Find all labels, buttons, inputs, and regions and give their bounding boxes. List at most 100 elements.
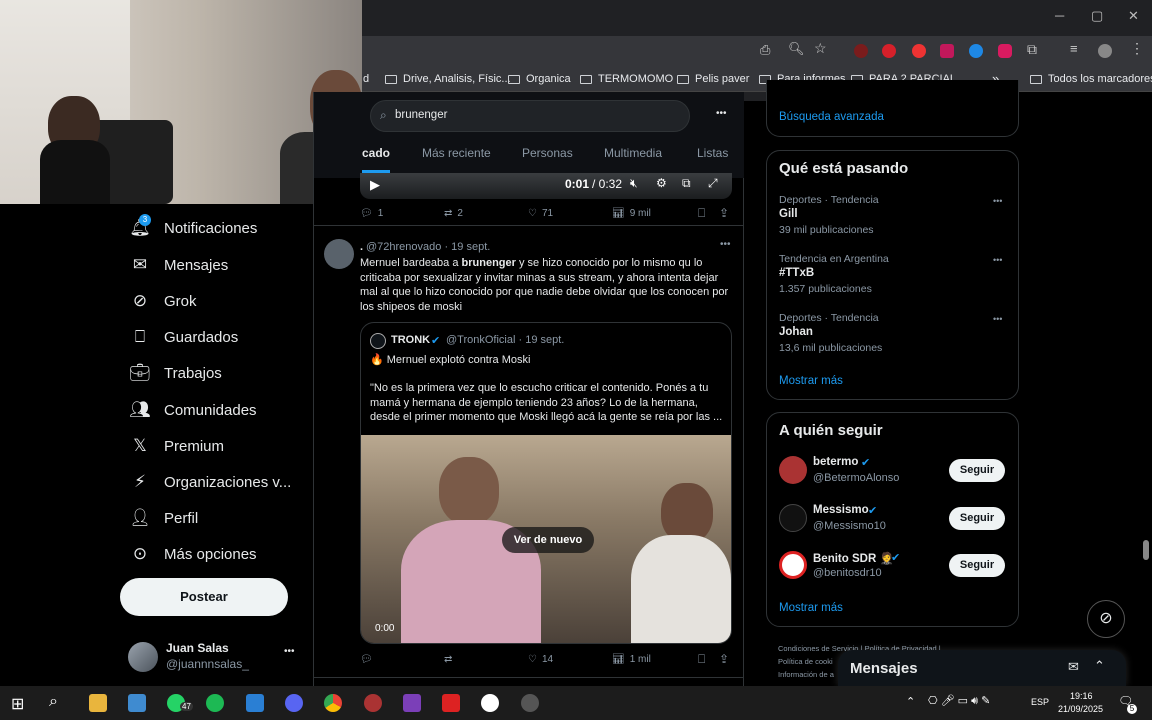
media-control-icon[interactable]: ≡ (1070, 41, 1078, 56)
all-bookmarks-folder[interactable]: Todos los marcadores (1030, 73, 1152, 85)
bookmark-folder[interactable]: Pelis paver (677, 73, 749, 85)
footer-link[interactable]: Información de a (778, 670, 834, 679)
follow-button[interactable]: Seguir (949, 554, 1005, 577)
tweet-more-icon[interactable]: ••• (720, 239, 731, 250)
search-more-icon[interactable]: ••• (716, 108, 727, 119)
repost-action[interactable]: ⇄ (444, 654, 457, 665)
nav-more-options[interactable]: ⊙ Más opciones (130, 541, 257, 567)
tab-media[interactable]: Multimedia (604, 146, 662, 160)
follow-suggestion[interactable]: Messismo ✔ @Messismo10 Seguir (767, 501, 1018, 545)
share-icon[interactable]: ⇪ (719, 206, 729, 220)
trends-show-more[interactable]: Mostrar más (779, 375, 843, 387)
follow-suggestion[interactable]: betermo ✔ @BetermoAlonso Seguir (767, 453, 1018, 497)
obs-icon[interactable] (481, 694, 499, 712)
install-icon[interactable]: ⎙ (760, 42, 770, 58)
menu-dots-icon[interactable]: ⋮ (1130, 40, 1144, 57)
search-icon[interactable]: ⌕ (49, 693, 58, 711)
tab-people[interactable]: Personas (522, 146, 573, 160)
extension-blue-icon[interactable] (969, 44, 983, 58)
follow-show-more[interactable]: Mostrar más (779, 602, 843, 614)
settings-gear-icon[interactable]: ⚙ (656, 176, 667, 190)
repost-action[interactable]: ⇄ 2 (444, 208, 463, 219)
nav-profile[interactable]: 👤︎ Perfil (129, 505, 198, 531)
tab-latest[interactable]: Más reciente (422, 146, 491, 160)
new-message-icon[interactable]: ✉ (1068, 659, 1079, 675)
search-input[interactable]: ⌕ brunenger (370, 100, 690, 132)
bookmark-action-icon[interactable]: ⎕ (698, 652, 705, 667)
nav-jobs[interactable]: 💼︎ Trabajos (129, 360, 222, 386)
minimize-icon[interactable]: ─ (1055, 8, 1064, 23)
account-more-icon[interactable]: ••• (284, 646, 295, 657)
mute-icon[interactable]: 🔇︎ (630, 176, 638, 191)
nav-bookmarks[interactable]: ⎕ Guardados (130, 324, 238, 350)
trend-item[interactable]: Deportes · Tendencia Johan 13,6 mil publ… (767, 309, 1018, 367)
trend-more-icon[interactable]: ••• (993, 255, 1002, 265)
profile-avatar-icon[interactable] (1098, 44, 1112, 58)
extension-red-icon[interactable] (912, 44, 926, 58)
nav-notifications[interactable]: 🔔︎ 3 Notificaciones (129, 214, 257, 241)
bookmark-item[interactable]: d (363, 73, 369, 85)
bookmark-action-icon[interactable]: ⎕ (698, 206, 705, 221)
extension-icon[interactable] (854, 44, 868, 58)
bookmark-folder[interactable]: TERMOMOMO (580, 73, 673, 85)
post-button[interactable]: Postear (120, 578, 288, 616)
trend-item[interactable]: Deportes · Tendencia Gill 39 mil publica… (767, 191, 1018, 249)
advanced-search-link[interactable]: Búsqueda avanzada (779, 111, 884, 123)
onenote-icon[interactable] (403, 694, 421, 712)
trend-more-icon[interactable]: ••• (993, 314, 1002, 324)
acrobat-icon[interactable] (442, 694, 460, 712)
follow-button[interactable]: Seguir (949, 507, 1005, 530)
tab-lists[interactable]: Listas (697, 146, 728, 160)
bookmark-star-icon[interactable]: ☆ (814, 40, 827, 57)
store-icon[interactable] (128, 694, 146, 712)
tray-arrow-icon[interactable]: ⌃ (906, 695, 915, 708)
tray-icons[interactable]: ⎔ 🎤︎ ▭ 🔊︎ ✎ (928, 694, 990, 708)
nav-premium[interactable]: 𝕏 Premium (130, 433, 224, 459)
share-icon[interactable]: ⇪ (719, 652, 729, 666)
like-action[interactable]: ♡ 71 (528, 208, 553, 219)
maximize-icon[interactable]: ▢ (1091, 8, 1103, 24)
avatar[interactable] (324, 239, 354, 269)
like-action[interactable]: ♡ 14 (528, 654, 553, 665)
video-player[interactable]: ▶ 0:01 / 0:32 🔇︎ ⚙ ⧉ ⤢ (360, 173, 732, 199)
clock-time[interactable]: 19:16 (1070, 691, 1093, 701)
zoom-icon[interactable]: 🔍︎ (788, 41, 805, 57)
nav-communities[interactable]: 👥︎ Comunidades (129, 397, 256, 423)
quote-video[interactable]: Ver de nuevo 0:00 (361, 435, 731, 643)
replay-button[interactable]: Ver de nuevo (502, 527, 594, 553)
close-icon[interactable]: ✕ (1128, 8, 1139, 24)
expand-icon[interactable]: ⌃ (1094, 658, 1105, 674)
views-action[interactable]: 📊︎ 9 mil (612, 208, 651, 219)
youtube-extension-icon[interactable] (882, 44, 896, 58)
reply-action[interactable]: 💬︎ (360, 654, 378, 665)
extension-pink-icon[interactable] (940, 44, 954, 58)
discord-icon[interactable] (285, 694, 303, 712)
chrome-icon[interactable] (324, 694, 342, 712)
file-explorer-icon[interactable] (89, 694, 107, 712)
views-action[interactable]: 📊︎ 1 mil (612, 654, 651, 665)
reply-action[interactable]: 💬︎ 1 (360, 208, 383, 219)
grok-float-button[interactable]: ⊘ (1087, 600, 1125, 638)
nav-messages[interactable]: ✉ Mensajes (130, 252, 228, 278)
nav-grok[interactable]: ⊘ Grok (130, 288, 197, 314)
tweet-author-handle[interactable]: @72hrenovado · 19 sept. (366, 241, 490, 253)
nav-organizations[interactable]: ⚡︎ Organizaciones v... (130, 469, 291, 495)
messages-drawer[interactable]: Mensajes ✉ ⌃ (838, 650, 1126, 686)
extension-u-icon[interactable] (998, 44, 1012, 58)
windows-start-icon[interactable]: ⊞ (11, 694, 24, 714)
vscode-icon[interactable] (246, 694, 264, 712)
clock-date[interactable]: 21/09/2025 (1058, 704, 1103, 714)
footer-link[interactable]: Política de cooki (778, 657, 833, 666)
follow-suggestion[interactable]: Benito SDR 🤵 ✔ @benitosdr10 Seguir (767, 548, 1018, 592)
language-indicator[interactable]: ESP (1031, 697, 1049, 707)
spotify-icon[interactable] (206, 694, 224, 712)
quoted-tweet[interactable]: TRONK ✔ @TronkOficial · 19 sept. 🔥 Mernu… (360, 322, 732, 644)
extensions-puzzle-icon[interactable]: ⧉ (1027, 41, 1037, 58)
follow-button[interactable]: Seguir (949, 459, 1005, 482)
tab-top[interactable]: cado (362, 146, 391, 173)
fullscreen-icon[interactable]: ⤢ (708, 176, 718, 191)
pip-icon[interactable]: ⧉ (682, 176, 691, 191)
app-icon[interactable] (364, 694, 382, 712)
trend-more-icon[interactable]: ••• (993, 196, 1002, 206)
tweet-author-name[interactable]: . (360, 241, 363, 253)
